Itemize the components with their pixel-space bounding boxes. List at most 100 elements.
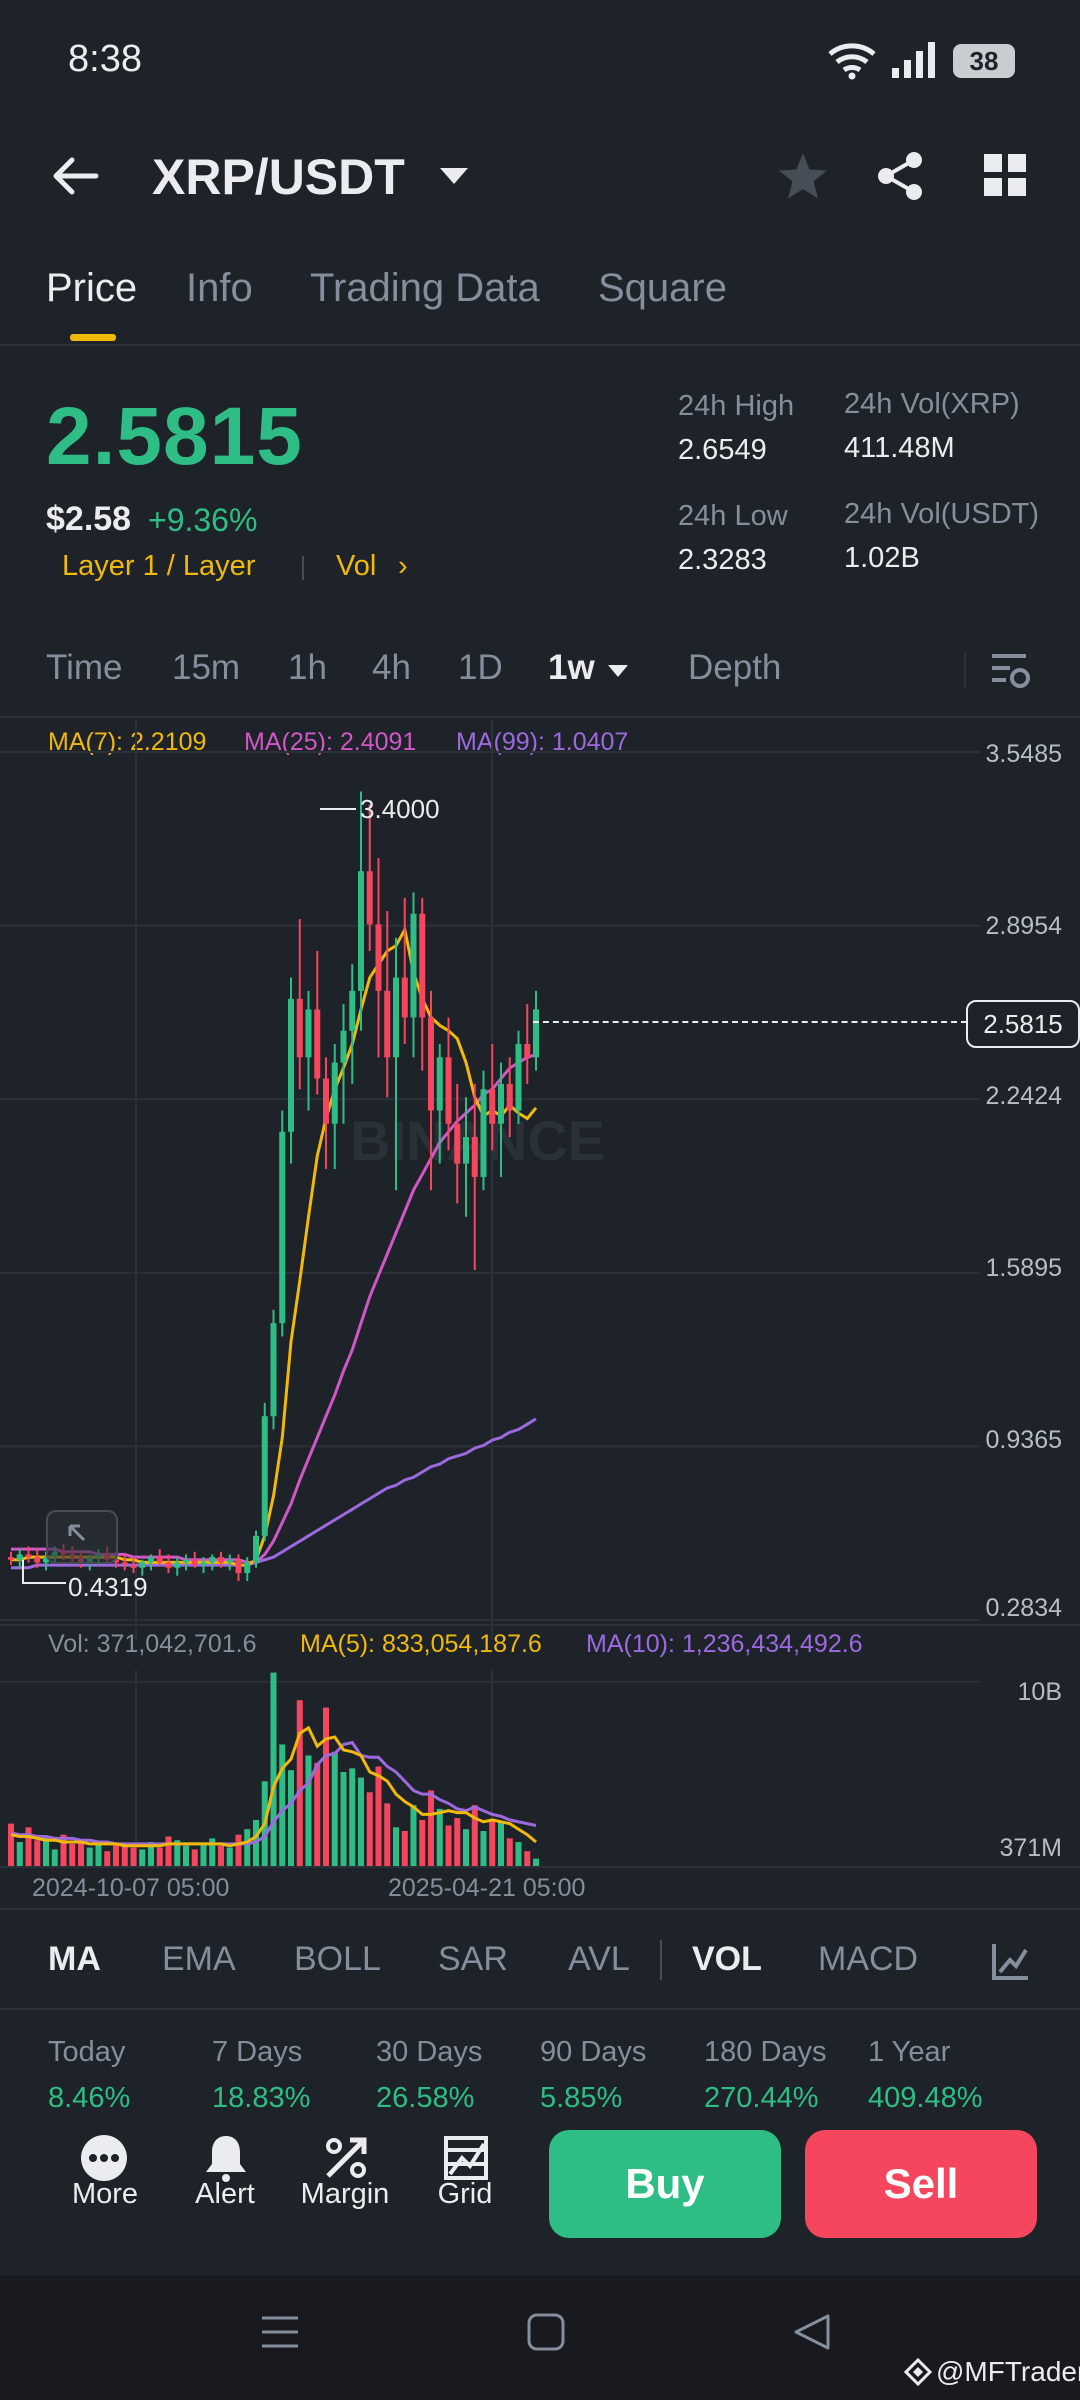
volume-bar xyxy=(69,1843,76,1866)
tab-square[interactable]: Square xyxy=(598,266,727,311)
candle-body xyxy=(340,1030,347,1063)
moving-average-lines xyxy=(11,925,538,1570)
indicator-ema[interactable]: EMA xyxy=(162,1940,236,1979)
perf-value-7d: 18.83% xyxy=(212,2082,311,2114)
interval-4h[interactable]: 4h xyxy=(372,648,411,688)
volume-bar xyxy=(104,1851,111,1866)
volume-bar xyxy=(323,1707,329,1866)
margin-label[interactable]: Margin xyxy=(290,2178,400,2211)
candlestick-chart[interactable]: BINANCE xyxy=(0,720,1080,1640)
pair-title[interactable]: XRP/USDT xyxy=(152,148,405,206)
candle xyxy=(480,1070,487,1191)
candle-body xyxy=(384,990,391,1058)
vol-tag[interactable]: Vol xyxy=(336,550,376,583)
chart-settings-icon[interactable] xyxy=(990,650,1030,690)
interval-dropdown-icon[interactable] xyxy=(607,664,629,678)
margin-icon xyxy=(326,2137,367,2178)
tab-price[interactable]: Price xyxy=(46,266,137,311)
interval-1d[interactable]: 1D xyxy=(458,648,503,688)
indicator-avl[interactable]: AVL xyxy=(568,1940,630,1979)
perf-label-7d: 7 Days xyxy=(212,2036,303,2068)
low-label: 24h Low xyxy=(678,500,788,532)
indicator-top-divider xyxy=(0,1908,1080,1910)
volume-bar xyxy=(349,1768,356,1866)
y-tick: 0.2834 xyxy=(985,1594,1062,1622)
volume-bar xyxy=(471,1805,478,1866)
home-icon[interactable] xyxy=(526,2312,566,2352)
candle xyxy=(305,990,312,1111)
volume-bar xyxy=(270,1672,277,1866)
ma7-line xyxy=(11,925,538,1567)
indicator-boll[interactable]: BOLL xyxy=(294,1940,381,1979)
candle xyxy=(419,897,426,1071)
candle xyxy=(401,897,408,1045)
indicator-sar[interactable]: SAR xyxy=(438,1940,508,1979)
chevron-right-icon[interactable]: › xyxy=(398,550,408,583)
tab-trading-data[interactable]: Trading Data xyxy=(310,266,540,311)
tabs-divider xyxy=(0,344,1080,346)
back-nav-icon[interactable] xyxy=(792,2312,832,2352)
indicator-ma[interactable]: MA xyxy=(48,1940,101,1979)
candle xyxy=(270,1309,277,1430)
indicator-macd[interactable]: MACD xyxy=(818,1940,918,1979)
candle xyxy=(296,919,303,1090)
change-percent: +9.36% xyxy=(148,502,258,538)
star-icon[interactable] xyxy=(776,150,830,204)
volume-bar xyxy=(463,1829,469,1866)
candle-body xyxy=(463,1137,469,1164)
buy-button[interactable]: Buy xyxy=(549,2130,781,2238)
low-value: 2.3283 xyxy=(678,544,767,576)
pair-dropdown-icon[interactable] xyxy=(438,165,470,187)
share-icon[interactable] xyxy=(874,150,926,202)
recents-icon[interactable] xyxy=(260,2314,300,2350)
more-icon xyxy=(81,2135,127,2181)
battery-indicator: 38 xyxy=(953,44,1015,78)
chart-volume-divider xyxy=(0,1624,1080,1626)
category-tag[interactable]: Layer 1 / Layer xyxy=(62,550,255,583)
candle xyxy=(410,892,417,1058)
candle-body xyxy=(471,1137,478,1177)
grid-menu-icon[interactable] xyxy=(982,152,1028,198)
interval-depth[interactable]: Depth xyxy=(688,648,781,688)
indicator-bottom-divider xyxy=(0,2008,1080,2010)
volume-bar xyxy=(428,1790,434,1866)
volume-bar xyxy=(183,1845,189,1866)
volume-bar xyxy=(130,1847,137,1866)
sell-button[interactable]: Sell xyxy=(805,2130,1037,2238)
interval-1h[interactable]: 1h xyxy=(288,648,327,688)
more-label[interactable]: More xyxy=(50,2178,160,2211)
bell-icon xyxy=(206,2136,246,2182)
alert-label[interactable]: Alert xyxy=(170,2178,280,2211)
indicator-settings-icon[interactable] xyxy=(990,1942,1030,1982)
volume-bar xyxy=(200,1843,207,1866)
volume-bar xyxy=(454,1818,461,1866)
grid-label[interactable]: Grid xyxy=(410,2178,520,2211)
x-tick: 2024-10-07 05:00 xyxy=(32,1874,230,1902)
candle-body xyxy=(121,1562,128,1566)
volume-bar xyxy=(340,1772,347,1866)
volume-bar xyxy=(515,1842,522,1866)
interval-15m[interactable]: 15m xyxy=(172,648,240,688)
fullscreen-button[interactable] xyxy=(46,1510,118,1564)
volume-bar xyxy=(506,1838,513,1866)
volume-bar xyxy=(288,1770,294,1866)
candle xyxy=(524,1004,531,1084)
interval-1w[interactable]: 1w xyxy=(548,648,595,688)
indicator-vol[interactable]: VOL xyxy=(692,1940,762,1979)
volume-bar xyxy=(235,1834,242,1866)
volume-bar xyxy=(25,1827,32,1866)
candle xyxy=(349,964,356,1084)
candle xyxy=(454,1083,461,1204)
perf-value-1y: 409.48% xyxy=(868,2082,983,2114)
high-value: 2.6549 xyxy=(678,434,767,466)
x-tick: 2025-04-21 05:00 xyxy=(388,1874,586,1902)
volume-bar xyxy=(86,1847,93,1866)
volume-bar xyxy=(384,1803,391,1866)
interval-time[interactable]: Time xyxy=(46,648,122,688)
volume-bar xyxy=(244,1829,251,1866)
signal-icon xyxy=(892,42,935,78)
tab-info[interactable]: Info xyxy=(186,266,253,311)
y-tick: 3.5485 xyxy=(985,740,1062,768)
candle xyxy=(8,1551,14,1566)
back-arrow-icon[interactable] xyxy=(48,150,100,202)
